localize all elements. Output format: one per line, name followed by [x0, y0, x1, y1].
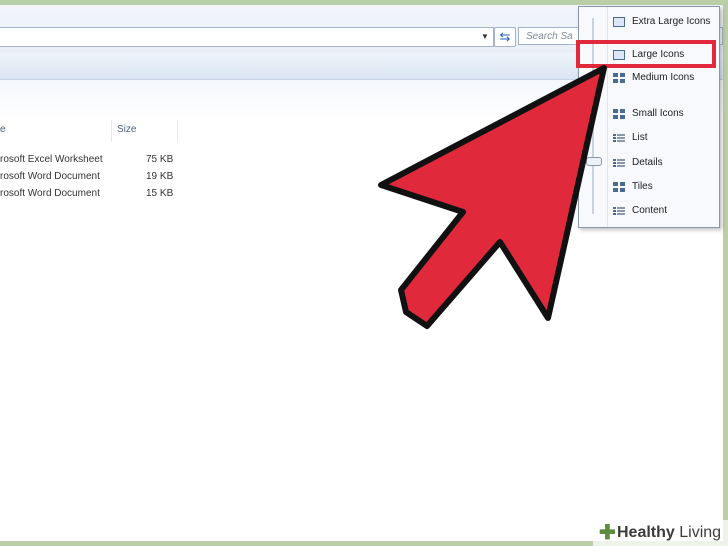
- plus-icon: ✚: [599, 522, 616, 544]
- pointer-arrow-icon: [378, 65, 607, 329]
- watermark-text: Healthy Living: [617, 524, 722, 541]
- watermark: ✚ Healthy Living: [593, 520, 728, 546]
